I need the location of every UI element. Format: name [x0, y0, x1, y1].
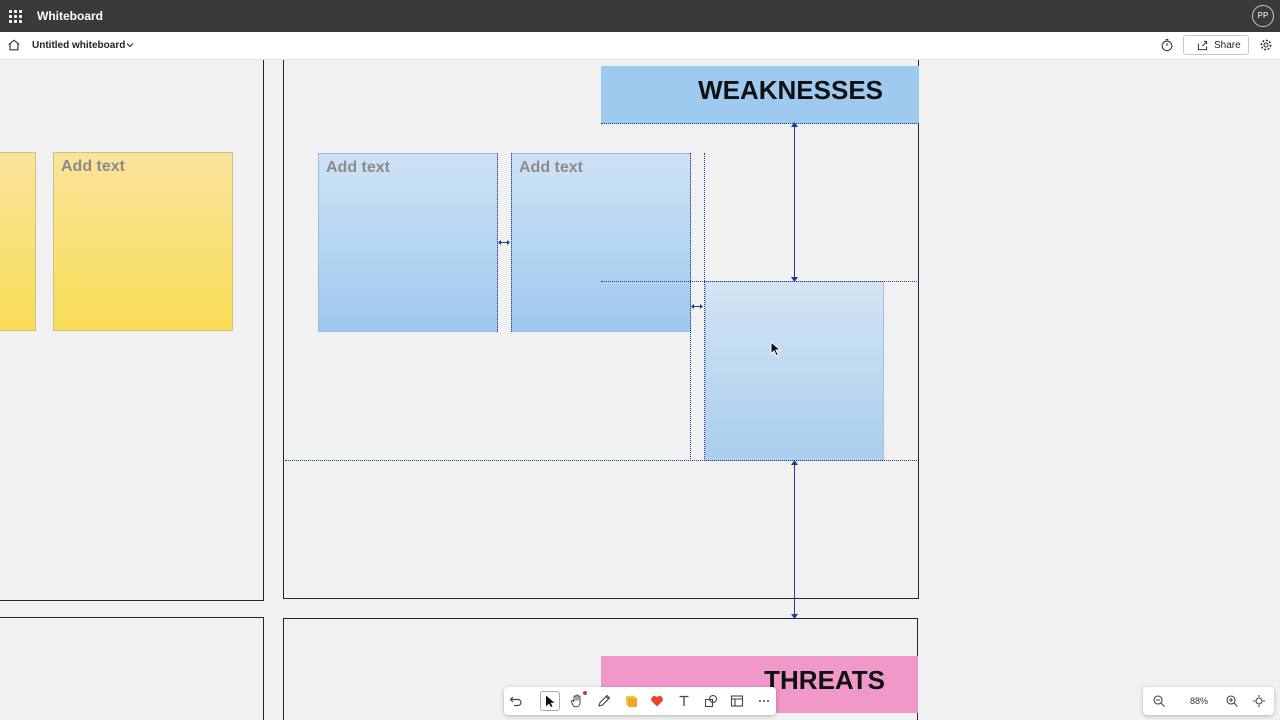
app-title[interactable]: Whiteboard: [37, 9, 103, 23]
undo-button[interactable]: [506, 691, 526, 711]
sticky-note[interactable]: [0, 152, 36, 331]
arrow-up-icon: [791, 460, 798, 465]
sticky-note-icon: [626, 696, 637, 707]
app-launcher-icon[interactable]: [9, 10, 22, 23]
text-tool-button[interactable]: [674, 691, 694, 711]
drawing-toolbar: [504, 687, 776, 715]
zoom-in-icon[interactable]: [1225, 694, 1239, 708]
sticky-placeholder: Add text: [61, 158, 125, 175]
share-label: Share: [1214, 40, 1241, 51]
alignment-guide: [704, 153, 705, 461]
share-icon: [1197, 40, 1208, 51]
text-icon: [679, 695, 689, 706]
spacing-indicator-icon: [691, 304, 703, 309]
whiteboard-canvas[interactable]: WEAKNESSES THREATS Add text Add text Add…: [0, 60, 1280, 720]
shapes-icon: [704, 694, 718, 708]
timer-icon[interactable]: [1160, 38, 1174, 52]
pen-tool-button[interactable]: [594, 691, 614, 711]
spacing-indicator-icon: [498, 240, 510, 245]
templates-icon: [730, 695, 744, 707]
sticky-note[interactable]: Add text: [53, 152, 233, 331]
pen-icon: [598, 694, 611, 707]
home-icon[interactable]: [7, 38, 21, 52]
fit-to-screen-icon[interactable]: [1252, 694, 1266, 708]
alignment-guide: [601, 281, 919, 282]
more-tools-button[interactable]: [754, 691, 774, 711]
hand-icon: [571, 694, 581, 708]
sticky-placeholder: Add text: [519, 159, 583, 176]
sticky-note-dragging[interactable]: [705, 281, 884, 461]
file-name[interactable]: Untitled whiteboard: [32, 40, 125, 51]
chevron-down-icon[interactable]: [125, 40, 135, 50]
arrow-down-icon: [791, 614, 798, 619]
zoom-out-icon[interactable]: [1152, 694, 1166, 708]
share-button[interactable]: Share: [1183, 35, 1249, 55]
arrow-up-icon: [791, 122, 798, 127]
reactions-tool-button[interactable]: [647, 691, 667, 711]
templates-tool-button[interactable]: [727, 691, 747, 711]
settings-icon[interactable]: [1259, 38, 1273, 52]
select-tool-button[interactable]: [540, 691, 560, 711]
alignment-guide: [601, 123, 919, 124]
distance-indicator: [794, 125, 795, 281]
reaction-icon: [651, 696, 663, 707]
alignment-guide: [511, 153, 512, 332]
alignment-guide: [285, 460, 919, 461]
sticky-note[interactable]: Add text: [511, 153, 691, 332]
notification-dot: [583, 691, 587, 695]
command-bar: Untitled whiteboard Share: [0, 32, 1280, 60]
undo-icon: [509, 696, 522, 707]
opportunities-frame[interactable]: [0, 617, 264, 720]
select-icon: [546, 695, 555, 707]
distance-indicator: [794, 461, 795, 617]
more-icon: [759, 700, 769, 702]
sticky-placeholder: Add text: [326, 159, 390, 176]
weaknesses-header[interactable]: WEAKNESSES: [601, 66, 919, 124]
mouse-cursor-icon: [770, 341, 782, 357]
user-avatar[interactable]: PP: [1252, 5, 1274, 27]
shapes-tool-button[interactable]: [701, 691, 721, 711]
sticky-note-tool-button[interactable]: [621, 691, 641, 711]
zoom-level[interactable]: 88%: [1190, 696, 1208, 706]
zoom-controls: 88%: [1143, 687, 1274, 715]
sticky-note[interactable]: Add text: [318, 153, 498, 332]
app-bar: Whiteboard PP: [0, 0, 1280, 32]
arrow-down-icon: [791, 277, 798, 282]
